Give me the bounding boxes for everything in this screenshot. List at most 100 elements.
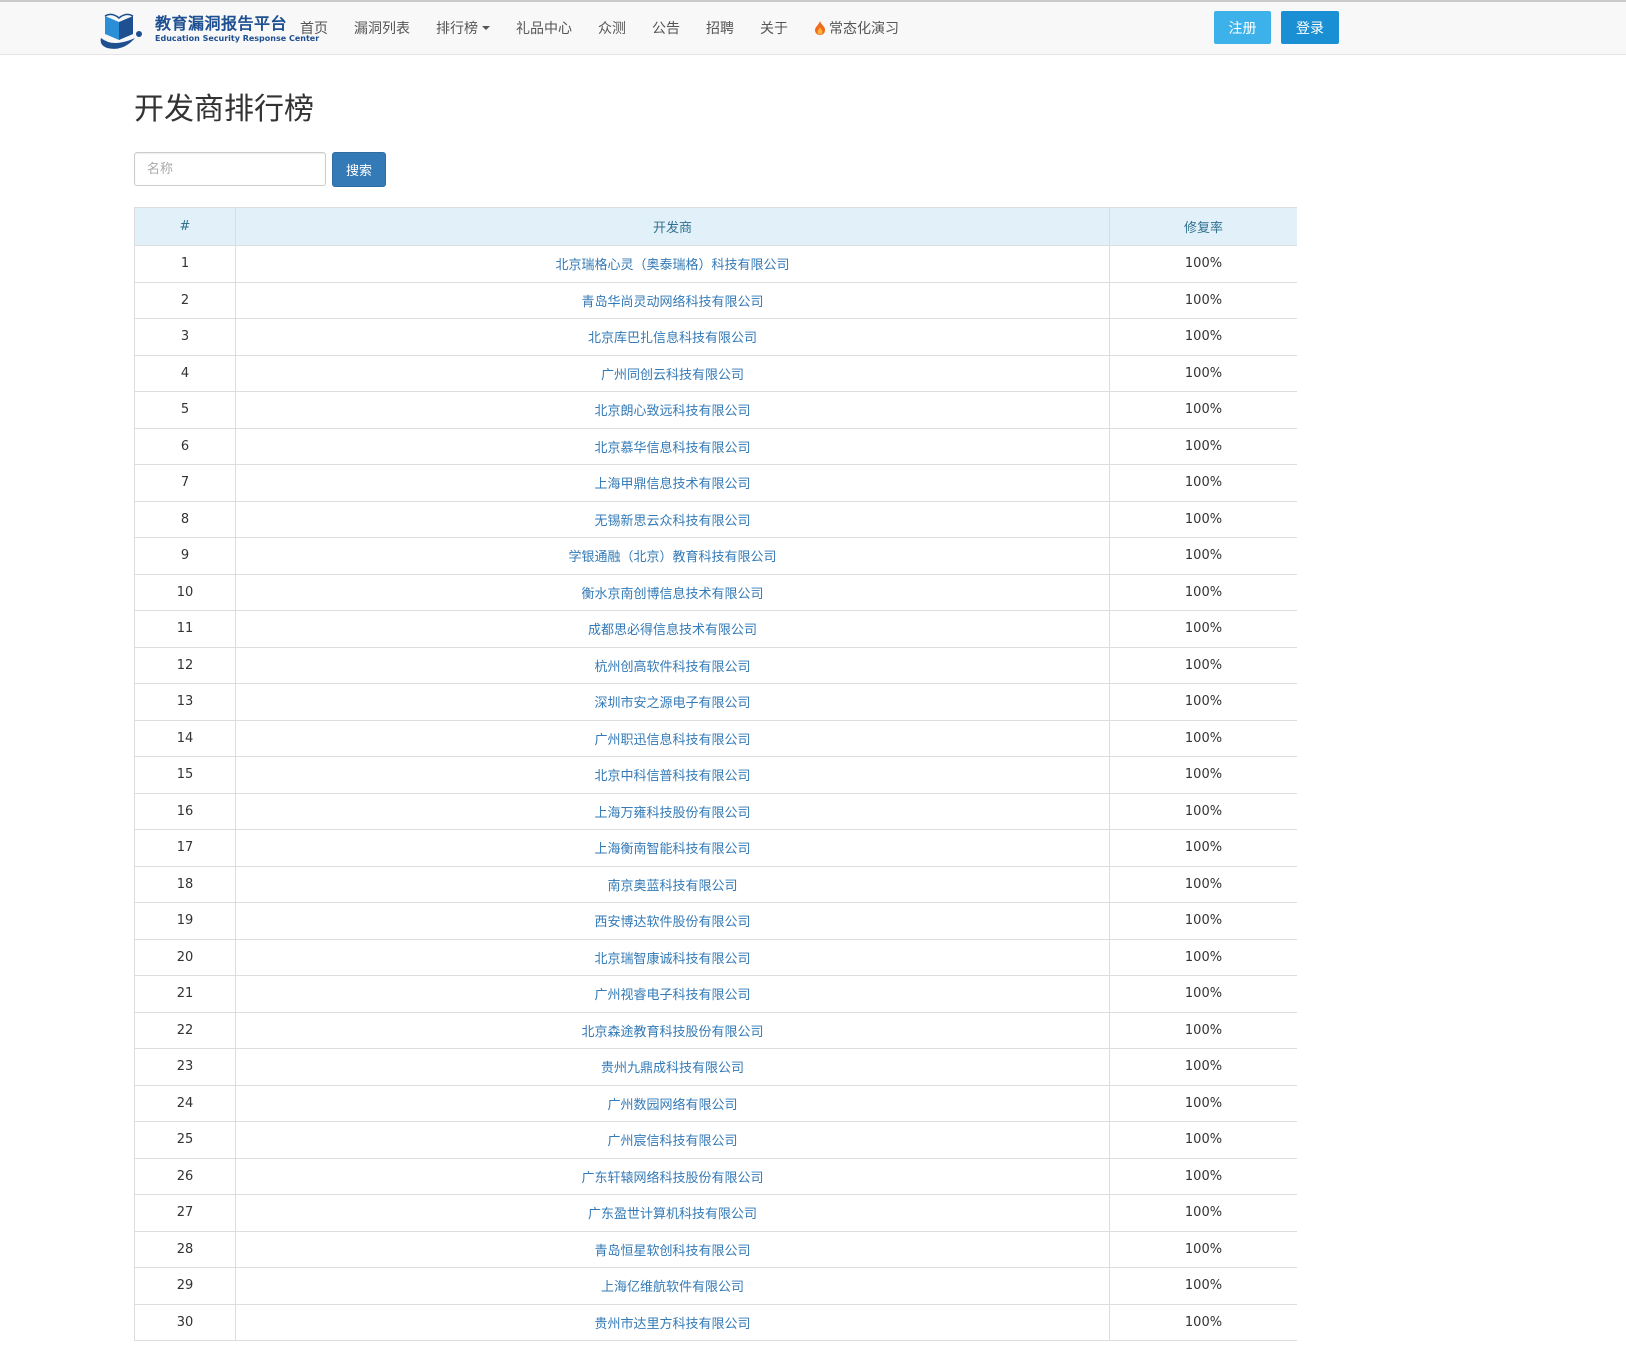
table-row: 24 广州数园网络有限公司 100% bbox=[134, 1084, 1297, 1122]
brand-subtitle: Education Security Response Center bbox=[155, 33, 320, 43]
fix-rate-cell: 100% bbox=[1109, 1230, 1297, 1268]
table-row: 23 贵州九鼎成科技有限公司 100% bbox=[134, 1048, 1297, 1086]
developer-link[interactable]: 广东盈世计算机科技有限公司 bbox=[235, 1194, 1110, 1232]
nav-gifts[interactable]: 礼品中心 bbox=[516, 18, 572, 38]
search-button[interactable]: 搜索 bbox=[332, 152, 386, 187]
nav-crowdtest-label: 众测 bbox=[598, 21, 626, 37]
table-body: 1 北京瑞格心灵（奥泰瑞格）科技有限公司 100% 2 青岛华尚灵动网络科技有限公司 10… bbox=[134, 245, 1297, 1341]
table-row: 1 北京瑞格心灵（奥泰瑞格）科技有限公司 100% bbox=[134, 245, 1297, 283]
developer-link[interactable]: 青岛恒星软创科技有限公司 bbox=[235, 1230, 1110, 1268]
rank-cell: 4 bbox=[134, 354, 236, 392]
developer-link[interactable]: 广州视睿电子科技有限公司 bbox=[235, 975, 1110, 1013]
rank-cell: 28 bbox=[134, 1230, 236, 1268]
developer-link[interactable]: 北京库巴扎信息科技有限公司 bbox=[235, 318, 1110, 356]
rank-cell: 11 bbox=[134, 610, 236, 648]
table-row: 18 南京奥蓝科技有限公司 100% bbox=[134, 865, 1297, 903]
developer-link[interactable]: 广州同创云科技有限公司 bbox=[235, 354, 1110, 392]
table-row: 29 上海亿维航软件有限公司 100% bbox=[134, 1267, 1297, 1305]
developer-link[interactable]: 北京瑞格心灵（奥泰瑞格）科技有限公司 bbox=[235, 245, 1110, 283]
rank-cell: 23 bbox=[134, 1048, 236, 1086]
fix-rate-cell: 100% bbox=[1109, 865, 1297, 903]
login-button[interactable]: 登录 bbox=[1281, 11, 1339, 44]
fix-rate-cell: 100% bbox=[1109, 1084, 1297, 1122]
developer-link[interactable]: 广东轩辕网络科技股份有限公司 bbox=[235, 1157, 1110, 1195]
rank-cell: 21 bbox=[134, 975, 236, 1013]
nav-drill-label: 常态化演习 bbox=[829, 21, 899, 37]
developer-link[interactable]: 广州职迅信息科技有限公司 bbox=[235, 719, 1110, 757]
rank-cell: 7 bbox=[134, 464, 236, 502]
nav-drill[interactable]: 常态化演习 bbox=[814, 18, 899, 38]
fix-rate-cell: 100% bbox=[1109, 318, 1297, 356]
column-header-fix-rate: 修复率 bbox=[1109, 207, 1297, 246]
fix-rate-cell: 100% bbox=[1109, 792, 1297, 830]
nav-about[interactable]: 关于 bbox=[760, 18, 788, 38]
developer-link[interactable]: 青岛华尚灵动网络科技有限公司 bbox=[235, 281, 1110, 319]
nav-vuln-list[interactable]: 漏洞列表 bbox=[354, 18, 410, 38]
register-button[interactable]: 注册 bbox=[1214, 11, 1271, 44]
rank-cell: 24 bbox=[134, 1084, 236, 1122]
book-logo-icon bbox=[100, 13, 142, 49]
rank-cell: 26 bbox=[134, 1157, 236, 1195]
developer-link[interactable]: 成都思必得信息技术有限公司 bbox=[235, 610, 1110, 648]
developer-link[interactable]: 深圳市安之源电子有限公司 bbox=[235, 683, 1110, 721]
developer-link[interactable]: 贵州九鼎成科技有限公司 bbox=[235, 1048, 1110, 1086]
rank-cell: 3 bbox=[134, 318, 236, 356]
developer-link[interactable]: 上海衡南智能科技有限公司 bbox=[235, 829, 1110, 867]
developer-link[interactable]: 杭州创高软件科技有限公司 bbox=[235, 646, 1110, 684]
developer-link[interactable]: 学银通融（北京）教育科技有限公司 bbox=[235, 537, 1110, 575]
nav-announcements[interactable]: 公告 bbox=[652, 18, 680, 38]
developer-link[interactable]: 北京朗心致远科技有限公司 bbox=[235, 391, 1110, 429]
developer-link[interactable]: 广州数园网络有限公司 bbox=[235, 1084, 1110, 1122]
rank-cell: 9 bbox=[134, 537, 236, 575]
table-row: 16 上海万雍科技股份有限公司 100% bbox=[134, 792, 1297, 830]
fix-rate-cell: 100% bbox=[1109, 1194, 1297, 1232]
fix-rate-cell: 100% bbox=[1109, 391, 1297, 429]
fix-rate-cell: 100% bbox=[1109, 1048, 1297, 1086]
nav-ranking-label: 排行榜 bbox=[436, 21, 478, 37]
search-input[interactable] bbox=[134, 152, 326, 186]
developer-link[interactable]: 无锡新思云众科技有限公司 bbox=[235, 500, 1110, 538]
table-row: 6 北京慕华信息科技有限公司 100% bbox=[134, 427, 1297, 465]
table-header-row: # 开发商 修复率 bbox=[134, 207, 1297, 246]
nav-ranking-dropdown[interactable]: 排行榜 bbox=[436, 18, 490, 38]
developer-link[interactable]: 北京森途教育科技股份有限公司 bbox=[235, 1011, 1110, 1049]
brand-logo-link[interactable]: 教育漏洞报告平台 Education Security Response Cen… bbox=[93, 8, 319, 50]
developer-link[interactable]: 北京瑞智康诚科技有限公司 bbox=[235, 938, 1110, 976]
fix-rate-cell: 100% bbox=[1109, 427, 1297, 465]
nav-jobs[interactable]: 招聘 bbox=[706, 18, 734, 38]
table-row: 22 北京森途教育科技股份有限公司 100% bbox=[134, 1011, 1297, 1049]
rank-cell: 18 bbox=[134, 865, 236, 903]
developer-link[interactable]: 西安博达软件股份有限公司 bbox=[235, 902, 1110, 940]
nav-crowdtest[interactable]: 众测 bbox=[598, 18, 626, 38]
rank-cell: 10 bbox=[134, 573, 236, 611]
table-row: 20 北京瑞智康诚科技有限公司 100% bbox=[134, 938, 1297, 976]
fix-rate-cell: 100% bbox=[1109, 1303, 1297, 1341]
table-row: 30 贵州市达里方科技有限公司 100% bbox=[134, 1303, 1297, 1341]
developer-link[interactable]: 上海甲鼎信息技术有限公司 bbox=[235, 464, 1110, 502]
flame-icon bbox=[815, 21, 825, 35]
column-header-rank: # bbox=[134, 207, 236, 246]
developer-link[interactable]: 上海亿维航软件有限公司 bbox=[235, 1267, 1110, 1305]
rank-cell: 30 bbox=[134, 1303, 236, 1341]
rank-cell: 8 bbox=[134, 500, 236, 538]
rank-cell: 25 bbox=[134, 1121, 236, 1159]
developer-link[interactable]: 南京奥蓝科技有限公司 bbox=[235, 865, 1110, 903]
developer-link[interactable]: 北京慕华信息科技有限公司 bbox=[235, 427, 1110, 465]
rank-cell: 13 bbox=[134, 683, 236, 721]
rank-cell: 2 bbox=[134, 281, 236, 319]
rank-cell: 14 bbox=[134, 719, 236, 757]
nav-home[interactable]: 首页 bbox=[300, 18, 328, 38]
table-row: 4 广州同创云科技有限公司 100% bbox=[134, 354, 1297, 392]
developer-link[interactable]: 衡水京南创博信息技术有限公司 bbox=[235, 573, 1110, 611]
nav-about-label: 关于 bbox=[760, 21, 788, 37]
developer-link[interactable]: 贵州市达里方科技有限公司 bbox=[235, 1303, 1110, 1341]
table-row: 19 西安博达软件股份有限公司 100% bbox=[134, 902, 1297, 940]
table-row: 15 北京中科信普科技有限公司 100% bbox=[134, 756, 1297, 794]
developer-link[interactable]: 上海万雍科技股份有限公司 bbox=[235, 792, 1110, 830]
rank-cell: 5 bbox=[134, 391, 236, 429]
developer-ranking-table: # 开发商 修复率 1 北京瑞格心灵（奥泰瑞格）科技有限公司 100% 2 青岛华尚灵动… bbox=[134, 207, 1297, 1341]
fix-rate-cell: 100% bbox=[1109, 902, 1297, 940]
developer-link[interactable]: 北京中科信普科技有限公司 bbox=[235, 756, 1110, 794]
fix-rate-cell: 100% bbox=[1109, 1011, 1297, 1049]
developer-link[interactable]: 广州宸信科技有限公司 bbox=[235, 1121, 1110, 1159]
